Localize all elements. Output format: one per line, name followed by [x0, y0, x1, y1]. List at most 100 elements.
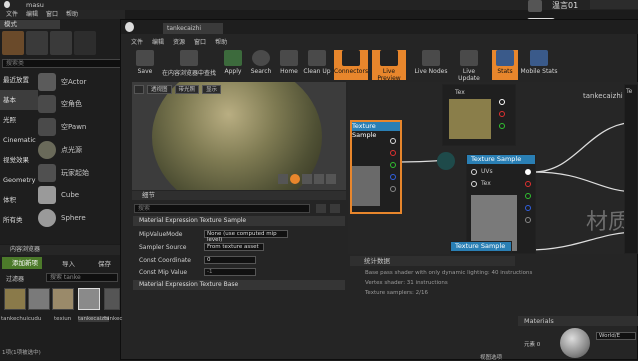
mobile-stats-icon [530, 50, 548, 66]
menu-file[interactable]: 文件 [6, 10, 18, 19]
live-update-button[interactable]: Live Update [452, 50, 486, 82]
cylinder-preview-icon[interactable] [278, 174, 288, 184]
output-pin-a[interactable] [390, 186, 396, 192]
details-tab[interactable]: 细节 [132, 191, 346, 200]
viewport-menu-icon[interactable] [134, 85, 144, 94]
menu-window[interactable]: 窗口 [194, 37, 206, 46]
category-basic[interactable]: 基本 [0, 90, 38, 110]
save-button[interactable]: Save [128, 50, 162, 80]
show-button[interactable]: 显示 [202, 85, 222, 94]
section-texture-base[interactable]: Material Expression Texture Base [133, 280, 345, 290]
asset-thumbnail-selected[interactable] [78, 288, 100, 310]
input-pin-tex[interactable] [471, 181, 477, 187]
output-pin-b[interactable] [390, 174, 396, 180]
material-result-node[interactable]: Te [624, 84, 638, 254]
place-item-empty-character[interactable]: 空角色 [38, 93, 130, 115]
unreal-logo-icon [125, 22, 134, 32]
category-geometry[interactable]: Geometry [0, 170, 38, 190]
const-coordinate-input[interactable]: 0 [204, 256, 256, 264]
paint-mode-icon[interactable] [26, 31, 48, 55]
material-thumbnail[interactable] [560, 328, 590, 358]
save-all-button[interactable]: 保存 [98, 258, 111, 268]
apply-label: Apply [224, 68, 242, 75]
output-pin-g[interactable] [525, 193, 531, 199]
tab-tankecaizhi[interactable]: tankecaizhi [163, 23, 223, 34]
output-pin[interactable] [390, 138, 396, 144]
property-matrix-icon[interactable] [316, 204, 326, 213]
output-pin-g[interactable] [390, 162, 396, 168]
menu-edit[interactable]: 编辑 [152, 37, 164, 46]
clean-up-button[interactable]: Clean Up [300, 50, 334, 80]
category-recent[interactable]: 最近放置 [0, 70, 38, 90]
asset-thumbnail[interactable] [52, 288, 74, 310]
content-search-input[interactable]: 搜索 tanke [46, 273, 118, 282]
output-pin-g[interactable] [499, 123, 505, 129]
category-volumes[interactable]: 体积 [0, 190, 38, 210]
stats-tab[interactable]: 统计数据 [350, 256, 515, 266]
texture-sample-node-middle[interactable]: Texture Sample UVs Tex [466, 154, 536, 254]
player-start-icon [38, 164, 56, 182]
find-in-content-browser-button[interactable]: 在内容浏览器中查找 [160, 50, 218, 80]
asset-thumbnail[interactable] [104, 288, 120, 310]
add-new-button[interactable]: 添加新项 [2, 257, 42, 269]
section-texture-sample[interactable]: Material Expression Texture Sample [133, 216, 345, 226]
output-pin[interactable] [499, 99, 505, 105]
preview-viewport[interactable]: 透视图 带光照 显示 [132, 82, 346, 190]
menu-edit[interactable]: 编辑 [26, 10, 38, 19]
live-preview-button[interactable]: Live Preview [372, 50, 406, 82]
menu-help[interactable]: 帮助 [66, 10, 78, 19]
texture-sample-node-top[interactable]: Tex [442, 84, 516, 146]
stats-button[interactable]: Stats [492, 50, 518, 80]
plane-preview-icon[interactable] [302, 174, 312, 184]
place-item-cube[interactable]: Cube [38, 184, 130, 206]
connectors-button[interactable]: Connectors [334, 50, 368, 80]
const-mip-value-input[interactable]: -1 [204, 268, 256, 276]
input-pin-uvs[interactable] [471, 169, 477, 175]
place-item-point-light[interactable]: 点光源 [38, 139, 130, 161]
place-item-sphere[interactable]: Sphere [38, 207, 130, 229]
landscape-mode-icon[interactable] [50, 31, 72, 55]
lit-button[interactable]: 带光照 [174, 85, 200, 94]
output-pin-b[interactable] [525, 205, 531, 211]
mobile-stats-button[interactable]: Mobile Stats [520, 50, 558, 80]
category-cinematic[interactable]: Cinematic [0, 130, 38, 150]
place-item-empty-actor[interactable]: 空Actor [38, 71, 130, 93]
menu-file[interactable]: 文件 [131, 37, 143, 46]
place-item-player-start[interactable]: 玩家起始 [38, 162, 130, 184]
sphere-preview-icon[interactable] [290, 174, 300, 184]
output-pin-r[interactable] [390, 150, 396, 156]
output-pin-r[interactable] [525, 181, 531, 187]
reroute-node[interactable] [437, 152, 455, 170]
category-all-classes[interactable]: 所有类 [0, 210, 38, 230]
cube-preview-icon[interactable] [314, 174, 324, 184]
category-visual-effects[interactable]: 视觉效果 [0, 150, 38, 170]
texture-sample-node-bottom[interactable]: Texture Sample [450, 241, 512, 254]
window-controls[interactable] [590, 0, 638, 9]
menu-asset[interactable]: 资源 [173, 37, 185, 46]
texture-sample-node-selected[interactable]: Texture Sample [350, 120, 402, 214]
menu-help[interactable]: 帮助 [215, 37, 227, 46]
filters-button[interactable]: 过滤器 [6, 274, 24, 283]
sampler-source-select[interactable]: From texture asset [204, 243, 264, 251]
details-search-input[interactable]: 搜索 [134, 204, 310, 213]
materials-section[interactable]: Materials [518, 316, 638, 326]
modes-search-input[interactable]: 搜索类 [2, 59, 128, 68]
place-mode-icon[interactable] [2, 31, 24, 55]
category-lights[interactable]: 光照 [0, 110, 38, 130]
live-nodes-button[interactable]: Live Nodes [414, 50, 448, 80]
asset-thumbnail[interactable] [28, 288, 50, 310]
place-item-empty-pawn[interactable]: 空Pawn [38, 116, 130, 138]
mesh-preview-icon[interactable] [326, 174, 336, 184]
perspective-button[interactable]: 透视图 [147, 85, 172, 94]
material-select[interactable]: World/E [596, 332, 636, 340]
asset-thumbnail[interactable] [4, 288, 26, 310]
eye-icon[interactable] [330, 204, 340, 213]
import-button[interactable]: 导入 [62, 258, 75, 268]
output-pin[interactable] [525, 169, 531, 175]
foliage-mode-icon[interactable] [74, 31, 96, 55]
menu-window[interactable]: 窗口 [46, 10, 58, 19]
output-pin-a[interactable] [525, 217, 531, 223]
point-light-icon [38, 141, 56, 159]
output-pin-r[interactable] [499, 111, 505, 117]
mip-value-mode-select[interactable]: None (use computed mip level) [204, 230, 288, 243]
